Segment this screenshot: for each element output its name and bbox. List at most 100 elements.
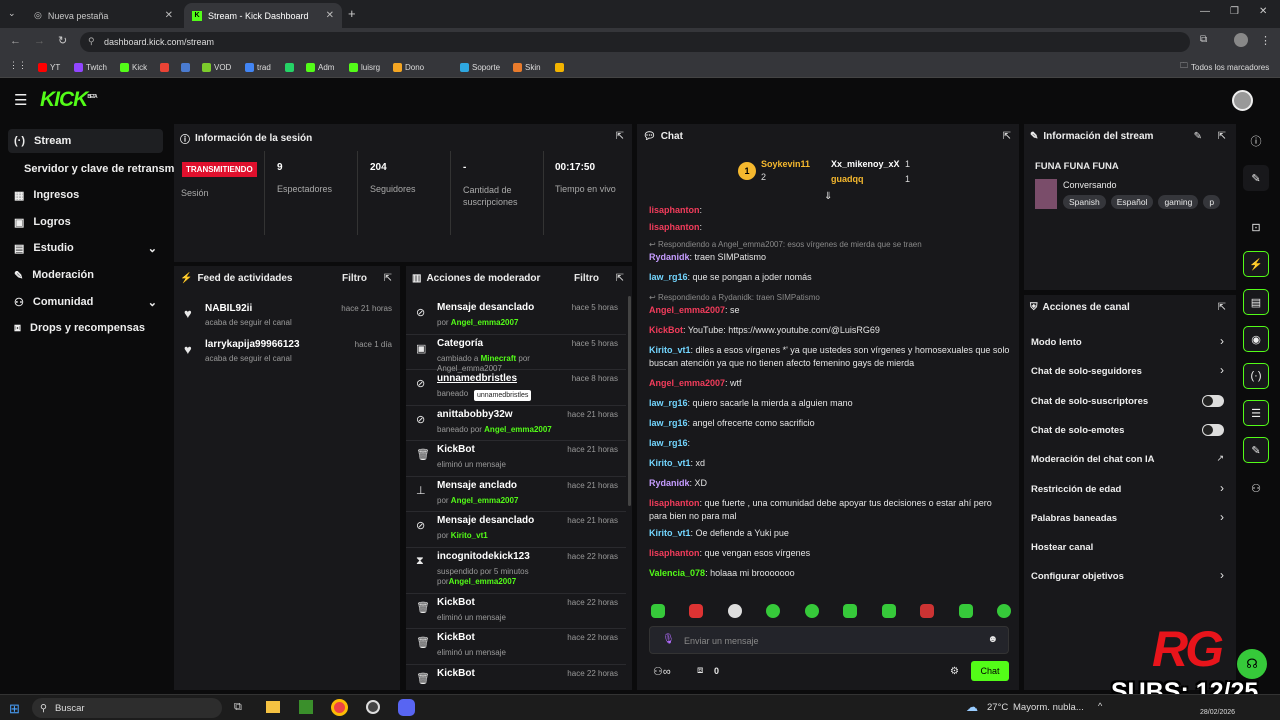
detail-user[interactable]: Angel_emma2007 — [451, 496, 519, 505]
site-info-icon[interactable]: ⚲ — [88, 36, 95, 47]
chat-username[interactable]: lisaphanton — [649, 498, 700, 508]
back-icon[interactable]: ← — [10, 35, 21, 47]
bookmark-app[interactable] — [181, 60, 190, 74]
mod-action-title[interactable]: anittabobby32w — [437, 409, 513, 420]
emote-icon[interactable] — [727, 604, 742, 618]
edit-pencil-icon[interactable]: ✎ — [1194, 131, 1202, 142]
tag[interactable]: gaming — [1158, 195, 1199, 209]
chat-username[interactable]: Angel_emma2007 — [649, 305, 725, 315]
channel-action-item[interactable]: Modo lento › — [1024, 329, 1236, 358]
sidebar-item-comunidad[interactable]: ⚇ Comunidad ⌄ — [8, 290, 163, 314]
sidebar-item-moderacion[interactable]: ✎ Moderación — [8, 263, 163, 287]
toggle-switch[interactable] — [1202, 423, 1224, 436]
apps-grid-icon[interactable]: ⋮⋮ — [9, 60, 27, 71]
mod-action-title[interactable]: KickBot — [437, 668, 475, 679]
profile-avatar[interactable] — [1234, 33, 1248, 47]
emote-icon[interactable] — [958, 604, 973, 618]
list-icon[interactable]: ☰ — [1243, 400, 1269, 426]
detail-user[interactable]: Kirito_vt1 — [451, 531, 488, 540]
chat-username[interactable]: Kirito_vt1 — [649, 458, 691, 468]
top-gifter-name[interactable]: Soykevin11 — [761, 159, 810, 169]
discord-icon[interactable] — [398, 699, 415, 716]
sidebar-item-stream[interactable]: (·) Stream — [8, 129, 163, 153]
tray-chevron-icon[interactable]: ^ — [1098, 701, 1102, 711]
obs-icon[interactable] — [366, 700, 380, 714]
bookmark-luisrg[interactable]: luisrg — [349, 60, 380, 74]
chat-input[interactable]: 🎙︎ Enviar un mensaje ☻ — [649, 626, 1009, 654]
channel-action-item[interactable]: Hostear canal — [1024, 534, 1236, 563]
support-chat-icon[interactable]: ☊ — [1237, 649, 1267, 679]
bookmark-whatsapp[interactable] — [285, 60, 294, 74]
broadcast-icon[interactable]: (·) — [1243, 363, 1269, 389]
channel-action-item[interactable]: Chat de solo-emotes — [1024, 417, 1236, 446]
hamburger-menu-icon[interactable]: ☰ — [14, 91, 27, 109]
chat-username[interactable]: law_rg16 — [649, 418, 688, 428]
feed-user[interactable]: NABIL92ii — [205, 303, 252, 314]
emote-icon[interactable] — [804, 604, 819, 618]
close-icon[interactable]: ✕ — [165, 10, 173, 21]
minecraft-icon[interactable] — [299, 700, 313, 714]
detail-user[interactable]: Minecraft — [481, 354, 517, 363]
channel-action-item[interactable]: Palabras baneadas › — [1024, 505, 1236, 534]
chat-username[interactable]: law_rg16 — [649, 438, 688, 448]
chat-username[interactable]: law_rg16 — [649, 398, 688, 408]
mod-action-title[interactable]: unnamedbristles — [437, 373, 517, 384]
bookmark-yt[interactable]: YT — [38, 60, 60, 74]
popout-icon[interactable]: ⇱ — [1218, 131, 1226, 142]
user-avatar[interactable] — [1232, 90, 1253, 111]
popout-icon[interactable]: ⇱ — [384, 273, 392, 284]
bookmark-dono[interactable]: Dono — [393, 60, 424, 74]
mod-action-title[interactable]: incognitodekick123 — [437, 551, 530, 562]
sidebar-item-drops[interactable]: ⧈ Drops y recompensas — [8, 316, 163, 340]
chat-username[interactable]: Angel_emma2007 — [649, 378, 725, 388]
edit-icon[interactable]: ✎ — [1243, 165, 1269, 191]
bookmark-soporte[interactable]: Soporte — [460, 60, 500, 74]
sidebar-item-logros[interactable]: ▣ Logros — [8, 210, 163, 234]
menu-dots-icon[interactable]: ⋮ — [1260, 34, 1271, 47]
emote-icon[interactable] — [920, 604, 935, 618]
tag[interactable]: Español — [1110, 195, 1154, 209]
reload-icon[interactable]: ↻ — [58, 34, 67, 47]
mod-action-title[interactable]: Mensaje desanclado — [437, 302, 534, 313]
sidebar-item-server-key[interactable]: Servidor y clave de retransm — [8, 157, 180, 181]
mod-action-title[interactable]: Categoría — [437, 338, 483, 349]
category-name[interactable]: Conversando — [1063, 180, 1117, 190]
info-icon[interactable]: ⓘ — [1243, 128, 1269, 154]
feed-filter-button[interactable]: Filtro — [342, 273, 367, 284]
tab-list-icon[interactable]: ⌄ — [8, 8, 16, 19]
popout-icon[interactable]: ⇱ — [616, 131, 624, 142]
bookmark-gmail[interactable] — [160, 60, 169, 74]
mod-filter-button[interactable]: Filtro — [574, 273, 599, 284]
mod-action-title[interactable]: Mensaje desanclado — [437, 515, 534, 526]
tag[interactable]: p — [1203, 195, 1221, 209]
send-chat-button[interactable]: Chat — [971, 661, 1009, 681]
microphone-icon[interactable]: 🎙︎ — [662, 634, 675, 645]
channel-action-item[interactable]: Configurar objetivos › — [1024, 563, 1236, 592]
bookmark-adm[interactable]: Adm — [306, 60, 334, 74]
kick-logo[interactable]: KICKBETA — [40, 88, 98, 112]
chat-username[interactable]: law_rg16 — [649, 272, 688, 282]
chat-username[interactable]: lisaphanton — [649, 548, 700, 558]
emoji-icon[interactable]: ☻ — [987, 634, 998, 645]
chat-username[interactable]: Kirito_vt1 — [649, 345, 691, 355]
extensions-icon[interactable]: ⧉ — [1200, 34, 1207, 45]
tab-kick-dashboard[interactable]: K Stream - Kick Dashboard ✕ — [184, 3, 342, 28]
chat-username[interactable]: lisaphanton — [649, 205, 700, 215]
bookmark-trad[interactable]: trad — [245, 60, 271, 74]
detail-user[interactable]: Angel_emma2007 — [449, 577, 517, 586]
emote-icon[interactable] — [843, 604, 858, 618]
chat-username[interactable]: Rydanidk — [649, 252, 690, 262]
detail-user[interactable]: Angel_emma2007 — [484, 425, 552, 434]
popout-icon[interactable]: ⇱ — [616, 273, 624, 284]
mod-action-title[interactable]: KickBot — [437, 444, 475, 455]
emote-icon[interactable] — [651, 604, 665, 618]
bookmark-vod[interactable]: VOD — [202, 60, 231, 74]
top-gifter-name[interactable]: Xx_mikenoy_xX — [831, 159, 900, 169]
scroll-down-icon[interactable]: ⇓ — [824, 191, 832, 202]
url-input[interactable]: ⚲ dashboard.kick.com/stream — [80, 32, 1190, 52]
channel-action-item[interactable]: Chat de solo-suscriptores — [1024, 388, 1236, 417]
toggle-switch[interactable] — [1202, 394, 1224, 407]
chat-icon[interactable]: ◉ — [1243, 326, 1269, 352]
feed-user[interactable]: larrykapija99966123 — [205, 339, 300, 350]
windows-start-icon[interactable]: ⊞ — [9, 701, 20, 717]
